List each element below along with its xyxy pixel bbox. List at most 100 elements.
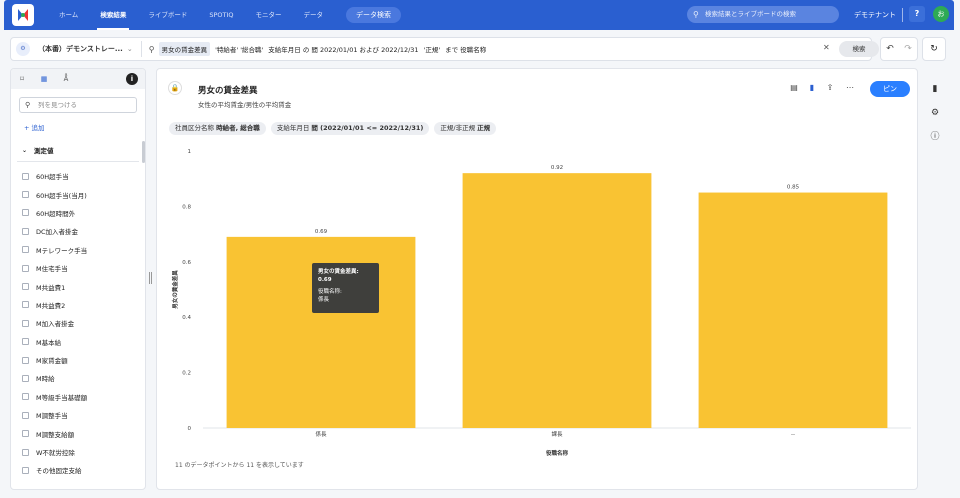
column-list-item[interactable]: Mテレワーク手当 [11, 241, 145, 259]
column-list-item[interactable]: 60H超手当 [11, 167, 145, 185]
tab-bookmark-icon[interactable]: ⌑ [11, 75, 33, 83]
column-list-item[interactable]: W不就労控除 [11, 443, 145, 461]
column-list-item[interactable]: M共益費1 [11, 277, 145, 295]
column-name: M調整支給額 [36, 430, 75, 439]
info-icon[interactable]: ⓘ [926, 128, 944, 146]
nav-link[interactable]: モニター [244, 0, 292, 30]
table-view-icon[interactable]: ▤ [787, 83, 801, 92]
reset-icon[interactable]: ↻ [922, 37, 946, 61]
checkbox[interactable] [22, 430, 29, 438]
checkbox[interactable] [22, 393, 29, 401]
column-name: M時給 [36, 375, 55, 384]
help-button[interactable]: ? [909, 6, 925, 22]
checkbox[interactable] [22, 301, 29, 309]
column-name: M等級手当基礎額 [36, 393, 88, 402]
gear-icon[interactable]: ⚙ [926, 104, 944, 122]
avatar[interactable]: お [933, 6, 949, 22]
datasource-name[interactable]: （本番）デモンストレー... [38, 44, 123, 54]
column-name: M調整手当 [36, 412, 68, 421]
checkbox[interactable] [22, 338, 29, 346]
search-token[interactable]: 男女の賃金差異 [158, 42, 211, 56]
column-list-item[interactable]: M調整手当 [11, 406, 145, 424]
search-tokens[interactable]: 男女の賃金差異 '特給者' '総合職' 支給年月日 の 間 2022/01/01 お… [158, 42, 492, 56]
nav-link[interactable]: SPOTIQ [198, 0, 244, 30]
info-icon[interactable]: i [126, 73, 138, 85]
column-list-item[interactable]: M等級手当基礎額 [11, 388, 145, 406]
nav-link[interactable]: データ [292, 0, 334, 30]
checkbox[interactable] [22, 172, 29, 180]
search-token[interactable]: '特給者' '総合職' [215, 44, 263, 54]
checkbox[interactable] [22, 466, 29, 474]
tab-columns-icon[interactable]: ▦ [33, 75, 55, 83]
search-token[interactable]: '正規' [424, 44, 441, 54]
checkbox[interactable] [22, 411, 29, 419]
filter-chip[interactable]: 正規/非正規 正規 [434, 122, 497, 135]
checkbox[interactable] [22, 209, 29, 217]
nav-link[interactable]: ホーム [48, 0, 89, 30]
share-icon[interactable]: ⇪ [823, 83, 837, 92]
data-panel: ⌑ ▦ Aͣ i ⚲ 列を見つける + 追加 ⌄ 測定値 60H超手当 60H超手… [10, 68, 146, 490]
checkbox[interactable] [22, 227, 29, 235]
column-list-item[interactable]: M時給 [11, 369, 145, 387]
nav-link[interactable]: 検索結果 [89, 0, 137, 30]
bar[interactable] [462, 173, 652, 428]
data-search-button[interactable]: データ検索 [345, 7, 401, 23]
checkbox[interactable] [22, 246, 29, 254]
global-search-input[interactable]: ⚲ 検索結果とライブボードの検索 [687, 6, 839, 23]
chart-subtitle[interactable]: 女性の平均賃金/男性の平均賃金 [198, 99, 291, 109]
undo-icon[interactable]: ↶ [886, 44, 894, 54]
column-search-input[interactable]: ⚲ 列を見つける [19, 97, 137, 113]
column-list-item[interactable]: M共益費2 [11, 296, 145, 314]
bar-value-label: 0.92 [551, 165, 563, 171]
answer-panel: 🔒 男女の賃金差異 女性の平均賃金/男性の平均賃金 ▤ ▮ ⇪ ⋯ ピン 社員区… [156, 68, 918, 490]
column-list-item[interactable]: 60H超時間外 [11, 204, 145, 222]
panel-resize-handle[interactable] [149, 272, 152, 284]
search-token[interactable]: まで 役職名称 [445, 44, 486, 54]
bar[interactable] [698, 192, 888, 428]
column-list-item[interactable]: DC加入者掛金 [11, 222, 145, 240]
search-token[interactable]: 支給年月日 の 間 2022/01/01 および 2022/12/31 [268, 44, 418, 54]
filter-value: 時給者, 総合職 [216, 124, 260, 132]
data-panel-tabs: ⌑ ▦ Aͣ i [11, 69, 145, 89]
checkbox[interactable] [22, 374, 29, 382]
column-list-item[interactable]: 60H超手当(当月) [11, 185, 145, 203]
datasource-icon[interactable]: ⚙ [16, 42, 30, 56]
column-name: W不就労控除 [36, 449, 75, 458]
column-list-item[interactable]: M基本給 [11, 333, 145, 351]
chevron-down-icon[interactable]: ⌄ [127, 45, 133, 53]
add-column-link[interactable]: + 追加 [24, 122, 145, 132]
app-logo[interactable] [12, 4, 34, 26]
column-name: M家賃金額 [36, 357, 68, 366]
column-list-item[interactable]: その他固定支給 [11, 461, 145, 479]
clear-search-icon[interactable]: ✕ [823, 43, 830, 52]
checkbox[interactable] [22, 283, 29, 291]
chart-title[interactable]: 男女の賃金差異 [198, 84, 258, 96]
search-icon: ⚲ [25, 101, 31, 109]
filter-chip[interactable]: 社員区分名称 時給者, 総合職 [169, 122, 266, 135]
column-list-item[interactable]: M家賃金額 [11, 351, 145, 369]
more-options-icon[interactable]: ⋯ [843, 83, 857, 92]
filter-chip[interactable]: 支給年月日 間 (2022/01/01 <= 2022/12/31) [270, 122, 430, 135]
column-name: M加入者掛金 [36, 320, 75, 329]
chart-config-icon[interactable]: ▮ [926, 80, 944, 98]
checkbox[interactable] [22, 191, 29, 199]
tenant-switcher[interactable]: デモテナント [854, 0, 896, 30]
search-button[interactable]: 検索 [839, 41, 879, 57]
nav-link[interactable]: ライブボード [137, 0, 198, 30]
column-list-item[interactable]: M加入者掛金 [11, 314, 145, 332]
checkbox[interactable] [22, 448, 29, 456]
measures-group-header[interactable]: ⌄ 測定値 [22, 145, 145, 156]
column-list-item[interactable]: M住宅手当 [11, 259, 145, 277]
plus-icon: + [24, 124, 32, 132]
chart-view-icon[interactable]: ▮ [805, 83, 819, 92]
checkbox[interactable] [22, 319, 29, 327]
checkbox[interactable] [22, 356, 29, 364]
tab-formula-icon[interactable]: Aͣ [55, 75, 77, 83]
list-scrollbar[interactable] [142, 141, 145, 163]
column-list-item[interactable]: M調整支給額 [11, 424, 145, 442]
redo-icon[interactable]: ↷ [904, 44, 912, 54]
lock-icon[interactable]: 🔒 [168, 81, 182, 95]
pin-button[interactable]: ピン [870, 81, 910, 97]
nav-links: ホーム 検索結果 ライブボード SPOTIQ モニター データ [48, 0, 334, 30]
checkbox[interactable] [22, 264, 29, 272]
